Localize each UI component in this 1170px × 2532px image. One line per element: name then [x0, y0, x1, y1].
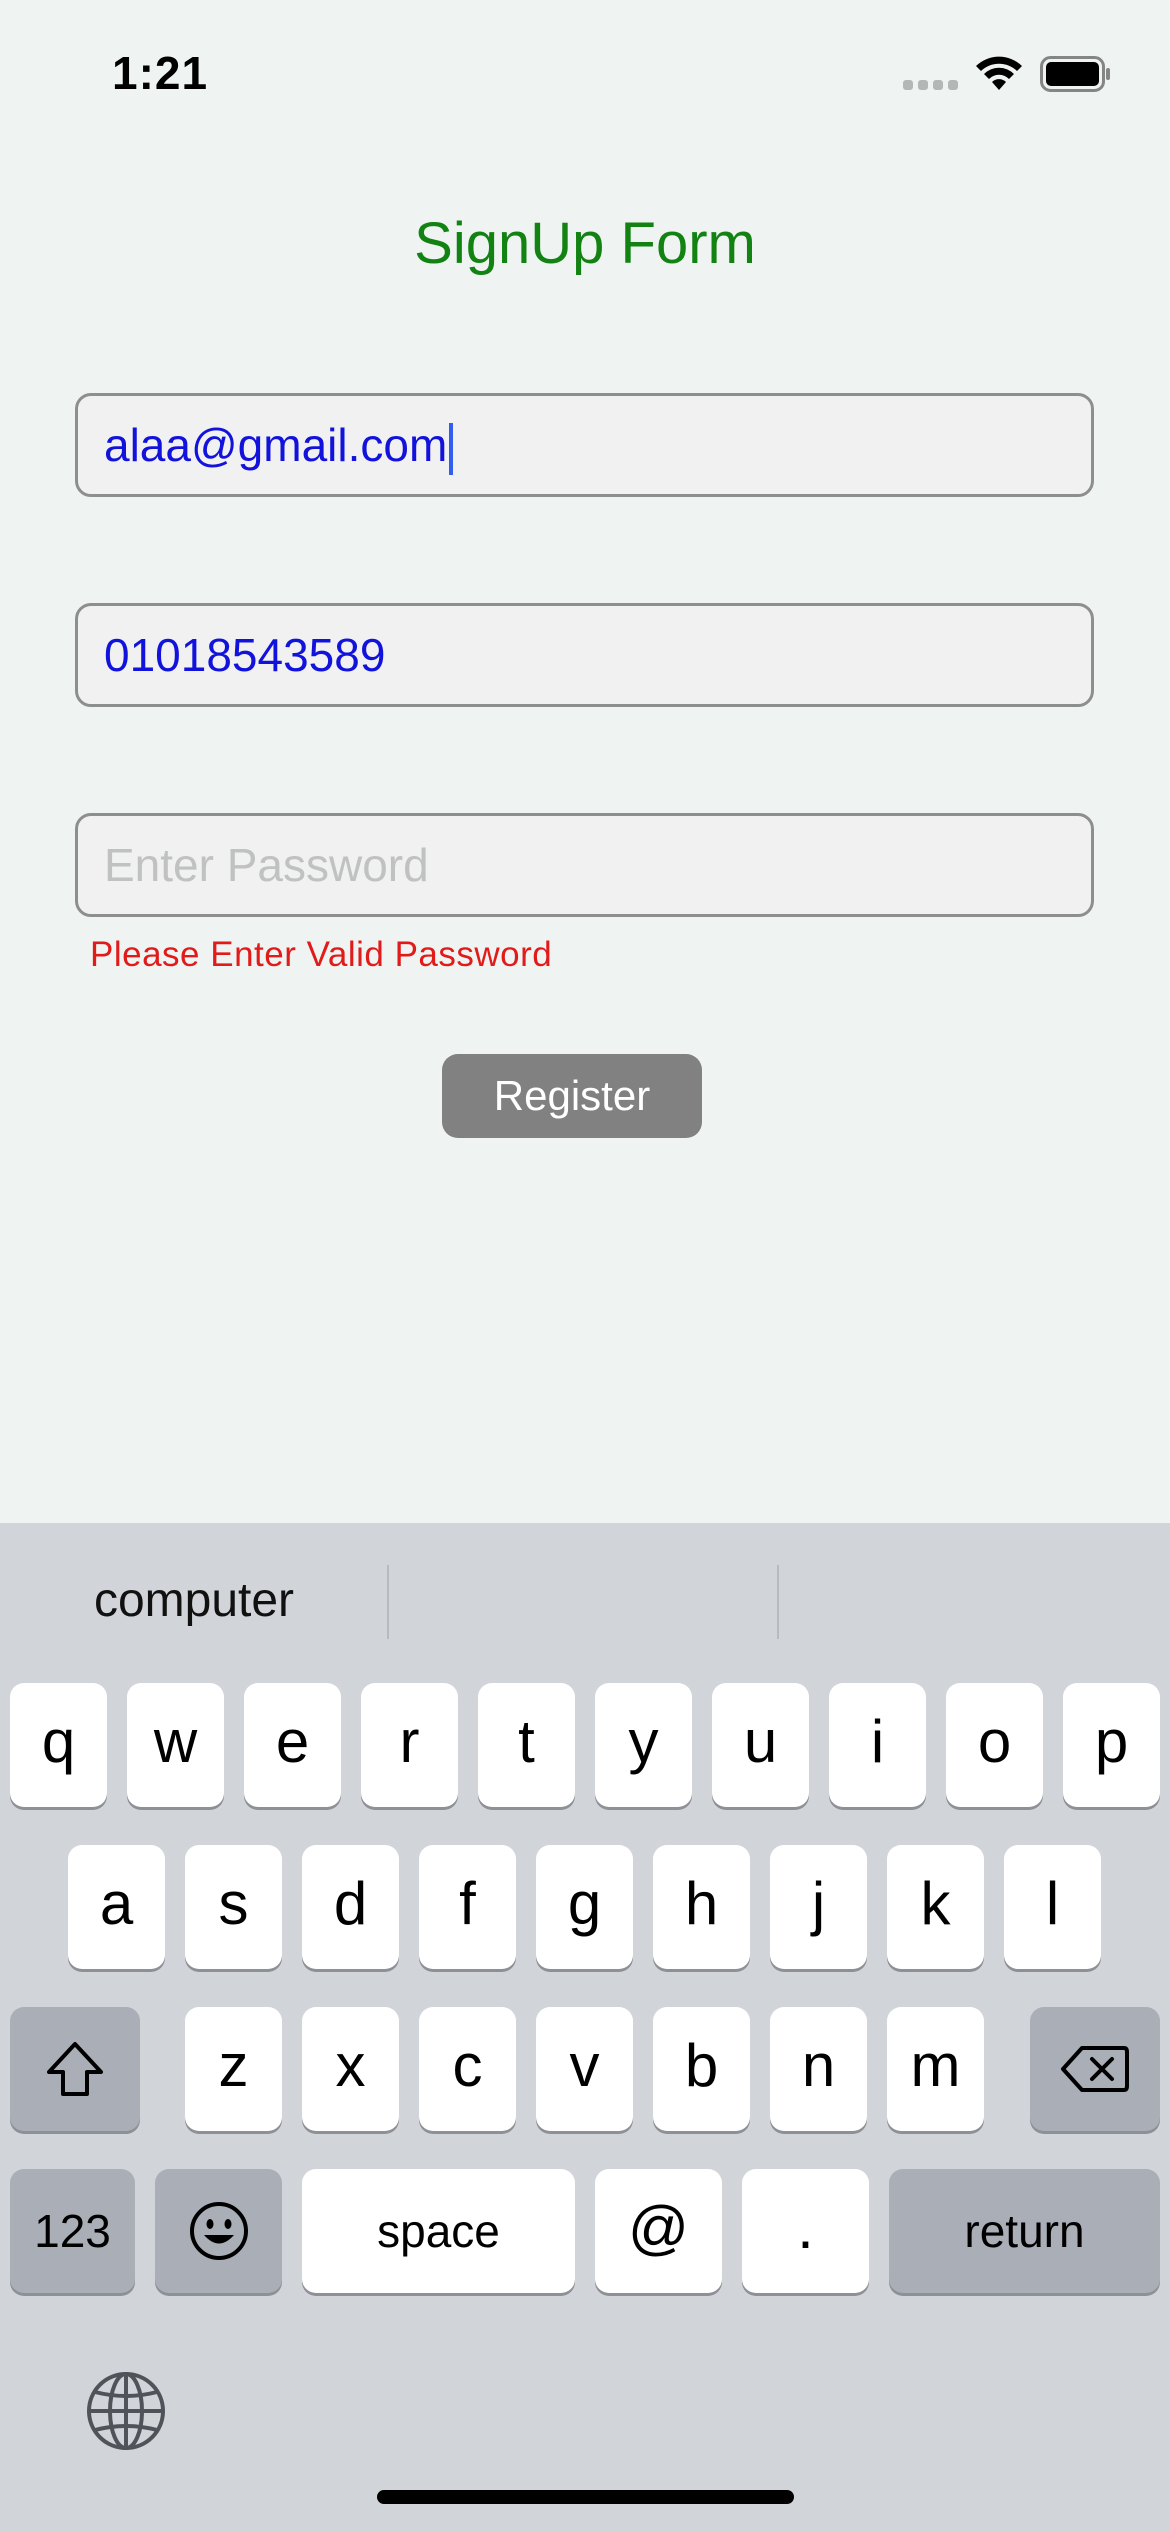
at-key[interactable]: @: [595, 2169, 722, 2293]
key-u[interactable]: u: [712, 1683, 809, 1807]
key-k[interactable]: k: [887, 1845, 984, 1969]
key-g[interactable]: g: [536, 1845, 633, 1969]
period-key[interactable]: .: [742, 2169, 869, 2293]
battery-icon: [1040, 56, 1110, 92]
phone-value: 01018543589: [104, 629, 386, 681]
key-l[interactable]: l: [1004, 1845, 1101, 1969]
key-o[interactable]: o: [946, 1683, 1043, 1807]
numbers-key[interactable]: 123: [10, 2169, 135, 2293]
return-key[interactable]: return: [889, 2169, 1160, 2293]
space-key[interactable]: space: [302, 2169, 575, 2293]
suggestion-2[interactable]: [389, 1523, 777, 1678]
emoji-icon: [189, 2202, 248, 2260]
key-i[interactable]: i: [829, 1683, 926, 1807]
suggestion-1[interactable]: computer: [0, 1523, 388, 1678]
text-cursor: [449, 422, 454, 475]
backspace-icon: [1061, 2046, 1129, 2092]
delete-key[interactable]: [1030, 2007, 1160, 2131]
email-field[interactable]: alaa@gmail.com: [75, 393, 1094, 497]
password-field[interactable]: Enter Password: [75, 813, 1094, 917]
suggestion-3[interactable]: [779, 1523, 1170, 1678]
key-f[interactable]: f: [419, 1845, 516, 1969]
key-h[interactable]: h: [653, 1845, 750, 1969]
status-time: 1:21: [112, 47, 209, 99]
email-value: alaa@gmail.com: [104, 396, 454, 494]
key-v[interactable]: v: [536, 2007, 633, 2131]
status-bar: 1:21: [0, 0, 1170, 140]
key-t[interactable]: t: [478, 1683, 575, 1807]
key-c[interactable]: c: [419, 2007, 516, 2131]
key-q[interactable]: q: [10, 1683, 107, 1807]
key-x[interactable]: x: [302, 2007, 399, 2131]
page-title: SignUp Form: [414, 211, 756, 276]
key-z[interactable]: z: [185, 2007, 282, 2131]
password-placeholder: Enter Password: [104, 839, 429, 891]
key-b[interactable]: b: [653, 2007, 750, 2131]
shift-key[interactable]: [10, 2007, 140, 2131]
cellular-signal-icon: [903, 80, 959, 94]
key-a[interactable]: a: [68, 1845, 165, 1969]
key-e[interactable]: e: [244, 1683, 341, 1807]
shift-icon: [47, 2042, 103, 2096]
password-error-message: Please Enter Valid Password: [90, 935, 553, 974]
key-m[interactable]: m: [887, 2007, 984, 2131]
key-p[interactable]: p: [1063, 1683, 1160, 1807]
keyboard: computer q w e r t y u i o p a s d f g h…: [0, 1523, 1170, 2532]
emoji-key[interactable]: [155, 2169, 282, 2293]
key-r[interactable]: r: [361, 1683, 458, 1807]
key-d[interactable]: d: [302, 1845, 399, 1969]
globe-icon[interactable]: [85, 2370, 167, 2452]
register-button[interactable]: Register: [442, 1054, 702, 1138]
key-n[interactable]: n: [770, 2007, 867, 2131]
home-indicator[interactable]: [377, 2490, 794, 2504]
key-j[interactable]: j: [770, 1845, 867, 1969]
key-s[interactable]: s: [185, 1845, 282, 1969]
key-y[interactable]: y: [595, 1683, 692, 1807]
phone-field[interactable]: 01018543589: [75, 603, 1094, 707]
key-w[interactable]: w: [127, 1683, 224, 1807]
wifi-icon: [976, 56, 1022, 90]
